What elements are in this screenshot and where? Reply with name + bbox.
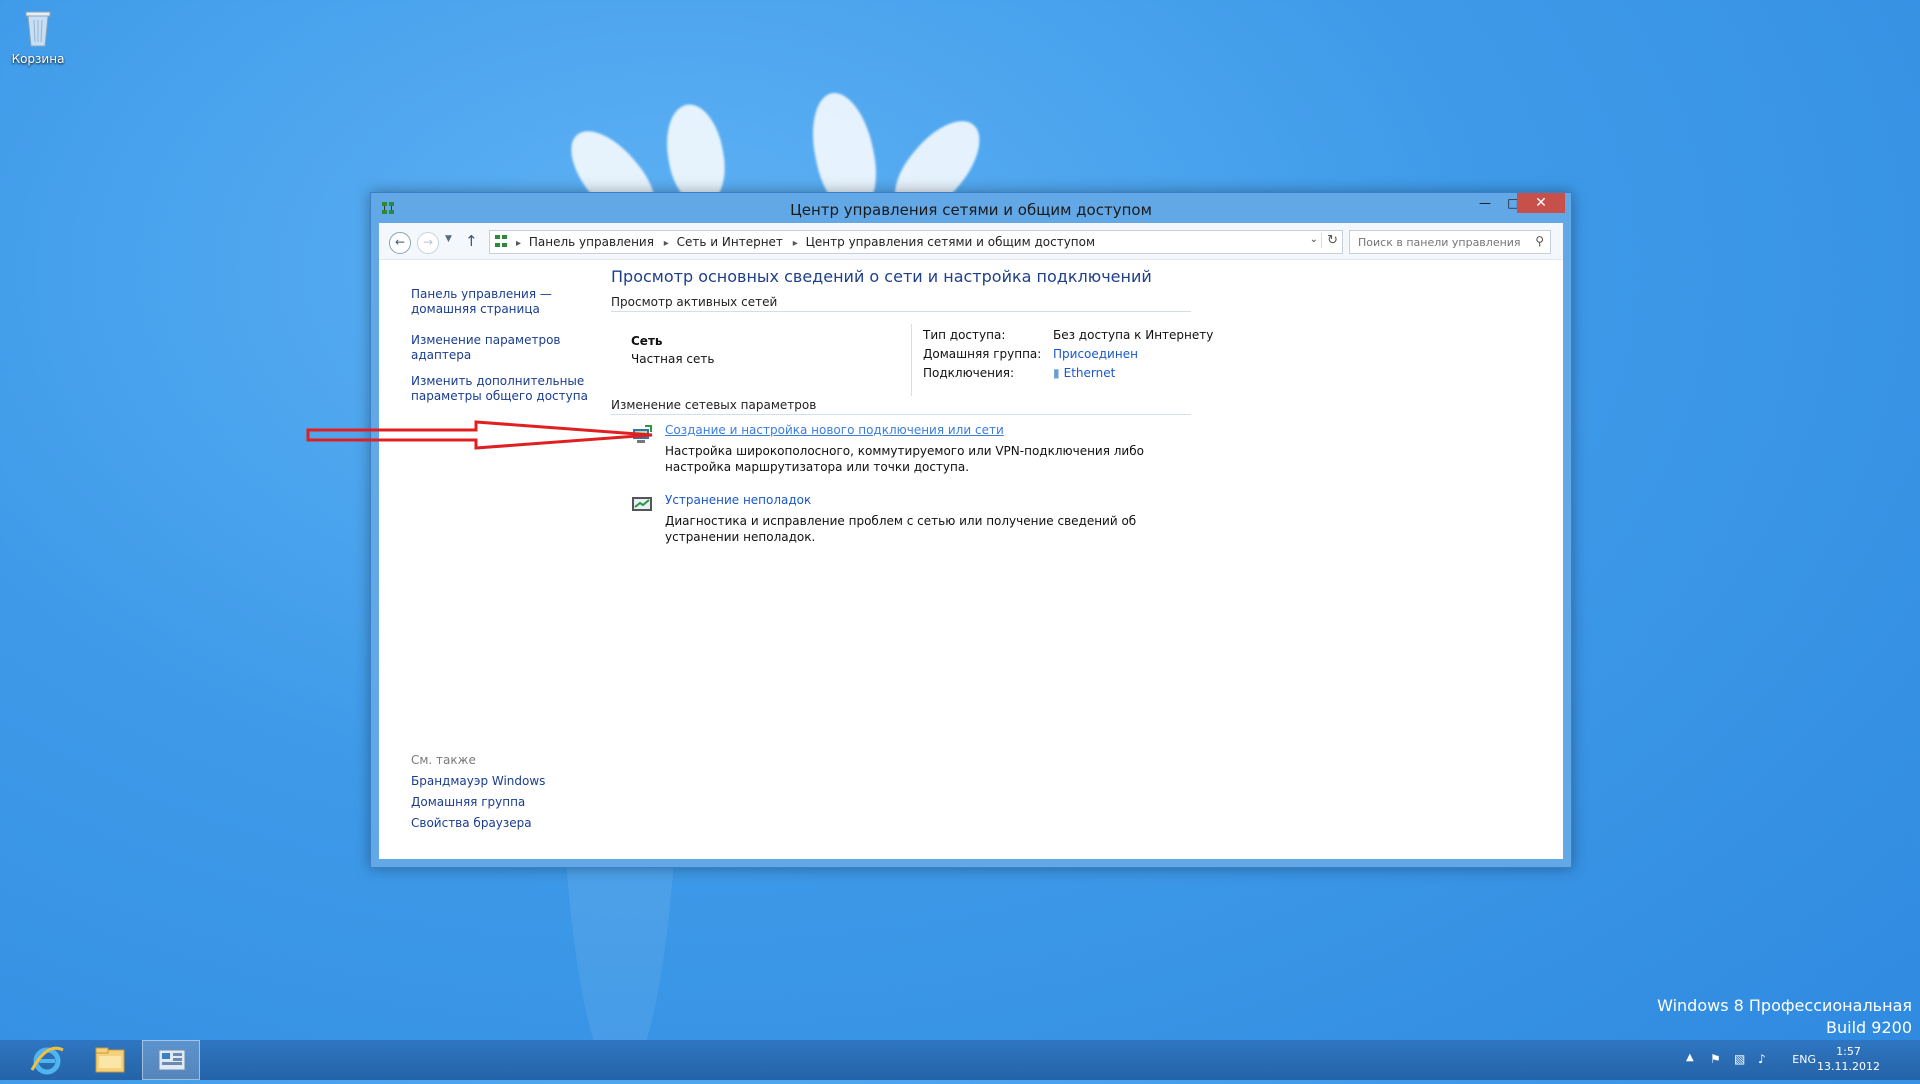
annotation-arrow-icon xyxy=(306,420,653,450)
sidebar-link-control-panel-home[interactable]: Панель управления — домашняя страница xyxy=(411,287,591,317)
window-title: Центр управления сетями и общим доступом xyxy=(790,201,1152,219)
breadcrumb-network-internet[interactable]: Сеть и Интернет xyxy=(677,235,783,249)
homegroup-label: Домашняя группа: xyxy=(923,347,1042,361)
back-button[interactable]: ← xyxy=(389,232,411,254)
network-center-window: Центр управления сетями и общим доступом… xyxy=(370,192,1572,868)
search-box[interactable]: ⚲ xyxy=(1349,230,1551,254)
recycle-bin-shortcut[interactable]: Корзина xyxy=(8,6,68,66)
breadcrumb-chevron-icon[interactable]: ▸ xyxy=(793,238,798,249)
see-also-heading: См. также xyxy=(411,753,476,767)
control-panel-icon xyxy=(494,234,508,248)
system-tray: ▲ ⚑ ▧ ♪ ENG 1:57 13.11.2012 xyxy=(1680,1040,1920,1080)
troubleshoot-description: Диагностика и исправление проблем с сеть… xyxy=(665,514,1137,544)
section-divider xyxy=(611,414,1191,415)
breadcrumb-chevron-icon[interactable]: ▸ xyxy=(664,238,669,249)
taskbar-file-explorer[interactable] xyxy=(80,1040,138,1080)
troubleshoot-icon xyxy=(631,495,653,515)
connections-label: Подключения: xyxy=(923,366,1015,380)
network-name: Сеть xyxy=(631,334,663,348)
see-also-section: См. также Брандмауэр Windows Домашняя гр… xyxy=(411,753,611,837)
watermark-edition: Windows 8 Профессиональная xyxy=(1657,996,1912,1015)
sidebar-link-advanced-sharing[interactable]: Изменить дополнительные параметры общего… xyxy=(411,374,591,404)
refresh-icon[interactable]: ↻ xyxy=(1321,233,1338,248)
active-network-panel: Сеть Частная сеть Тип доступа: Без досту… xyxy=(611,312,1213,398)
sidebar: Панель управления — домашняя страница Из… xyxy=(411,287,591,415)
os-watermark: Windows 8 Профессиональная Build 9200 xyxy=(1657,995,1912,1039)
see-also-link-firewall[interactable]: Брандмауэр Windows xyxy=(411,774,611,788)
access-type-label: Тип доступа: xyxy=(923,328,1006,342)
active-networks-heading: Просмотр активных сетей xyxy=(611,295,1191,309)
taskbar: ▲ ⚑ ▧ ♪ ENG 1:57 13.11.2012 xyxy=(0,1040,1920,1080)
address-dropdown-chevron-icon[interactable]: ⌄ xyxy=(1310,234,1318,245)
ethernet-connection[interactable]: ▮ Ethernet xyxy=(1053,364,1115,383)
forward-button[interactable]: → xyxy=(417,232,439,254)
troubleshoot-link[interactable]: Устранение неполадок xyxy=(665,493,811,507)
minimize-button[interactable]: — xyxy=(1471,193,1499,213)
action-center-flag-icon[interactable]: ⚑ xyxy=(1710,1052,1721,1066)
address-bar[interactable]: ▸ Панель управления ▸ Сеть и Интернет ▸ … xyxy=(489,230,1343,254)
task-new-connection: Создание и настройка нового подключения … xyxy=(631,423,1191,493)
breadcrumb-control-panel[interactable]: Панель управления xyxy=(529,235,654,249)
homegroup-link[interactable]: Присоединен xyxy=(1053,345,1138,364)
window-titlebar[interactable]: Центр управления сетями и общим доступом… xyxy=(371,193,1571,223)
ethernet-plug-icon: ▮ xyxy=(1053,366,1060,380)
breadcrumb-chevron-icon[interactable]: ▸ xyxy=(516,238,521,249)
new-connection-link[interactable]: Создание и настройка нового подключения … xyxy=(665,423,1004,437)
main-content: Просмотр основных сведений о сети и наст… xyxy=(611,267,1213,563)
breadcrumb: ▸ Панель управления ▸ Сеть и Интернет ▸ … xyxy=(514,235,1099,249)
network-divider xyxy=(911,324,912,396)
recent-locations-chevron-icon[interactable]: ▼ xyxy=(445,234,452,244)
up-arrow-icon[interactable]: ↑ xyxy=(465,232,478,250)
window-client-area: ← → ▼ ↑ ▸ Панель управления ▸ Сеть и Инт… xyxy=(379,223,1563,859)
ethernet-link[interactable]: Ethernet xyxy=(1064,366,1116,380)
active-networks-heading-text: Просмотр активных сетей xyxy=(611,295,778,309)
breadcrumb-network-center[interactable]: Центр управления сетями и общим доступом xyxy=(806,235,1095,249)
sidebar-link-adapter-settings[interactable]: Изменение параметров адаптера xyxy=(411,333,591,363)
input-language-indicator[interactable]: ENG xyxy=(1792,1053,1816,1066)
taskbar-clock[interactable]: 1:57 13.11.2012 xyxy=(1817,1044,1880,1074)
show-hidden-icons-chevron-icon[interactable]: ▲ xyxy=(1686,1052,1694,1063)
watermark-build: Build 9200 xyxy=(1826,1018,1912,1037)
folder-icon xyxy=(95,1047,125,1073)
network-status-icon[interactable]: ▧ xyxy=(1734,1052,1745,1066)
search-icon[interactable]: ⚲ xyxy=(1535,234,1544,248)
change-settings-heading-text: Изменение сетевых параметров xyxy=(611,398,817,412)
new-connection-description: Настройка широкополосного, коммутируемог… xyxy=(665,444,1144,474)
page-title: Просмотр основных сведений о сети и наст… xyxy=(611,267,1152,286)
taskbar-control-panel[interactable] xyxy=(142,1040,200,1080)
close-button[interactable]: ✕ xyxy=(1517,193,1565,213)
recycle-bin-label: Корзина xyxy=(11,52,65,66)
access-type-value: Без доступа к Интернету xyxy=(1053,328,1214,342)
internet-explorer-icon xyxy=(30,1046,64,1075)
change-settings-heading: Изменение сетевых параметров xyxy=(611,398,1191,412)
navigation-bar: ← → ▼ ↑ ▸ Панель управления ▸ Сеть и Инт… xyxy=(379,223,1563,260)
search-input[interactable] xyxy=(1356,231,1530,253)
clock-date: 13.11.2012 xyxy=(1817,1060,1880,1073)
see-also-link-browser-properties[interactable]: Свойства браузера xyxy=(411,816,611,830)
volume-icon[interactable]: ♪ xyxy=(1758,1052,1766,1066)
clock-time: 1:57 xyxy=(1836,1045,1861,1058)
network-type: Частная сеть xyxy=(631,352,715,366)
task-troubleshoot: Устранение неполадок Диагностика и испра… xyxy=(631,493,1191,563)
recycle-bin-icon xyxy=(21,6,55,50)
taskbar-internet-explorer[interactable] xyxy=(18,1040,76,1080)
see-also-link-homegroup[interactable]: Домашняя группа xyxy=(411,795,611,809)
control-panel-icon xyxy=(158,1049,186,1071)
